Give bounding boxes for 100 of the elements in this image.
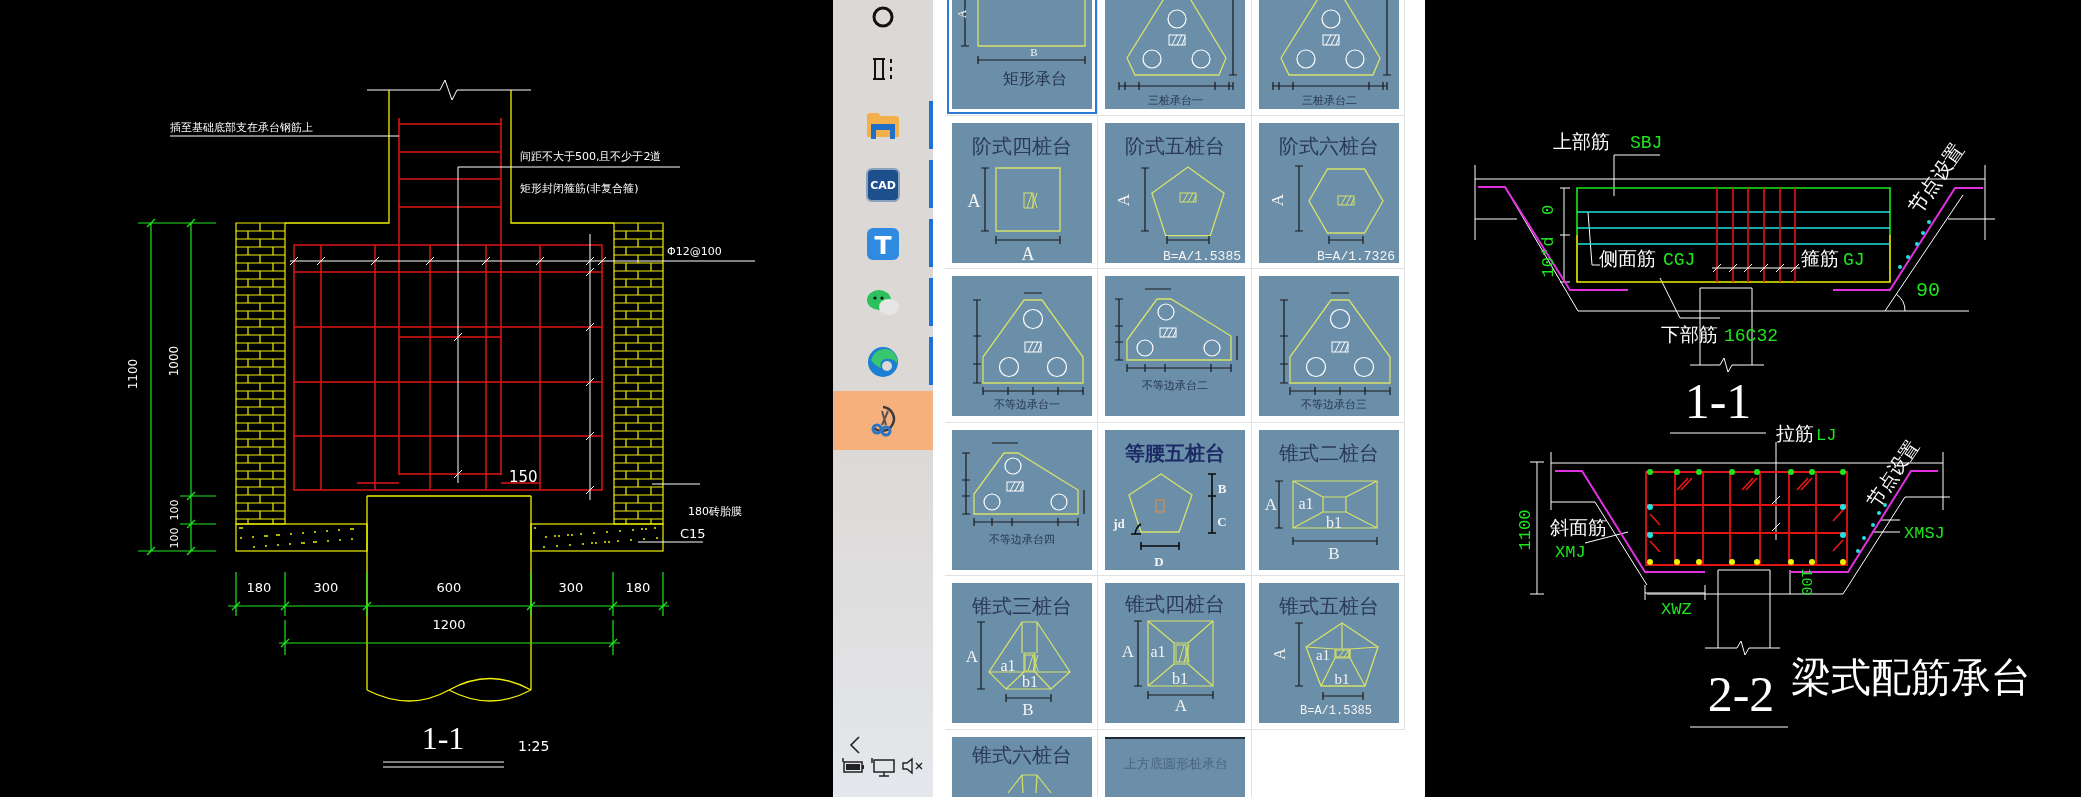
cad-note: 150 — [509, 468, 538, 486]
dimension-label: a1 — [1000, 657, 1016, 674]
section-title: 2-2 — [1707, 666, 1775, 722]
pile-cap-option[interactable]: A B 矩形承台 — [947, 0, 1097, 114]
dimension-label: B=A/1.7326 — [1316, 248, 1395, 263]
rebar-code: CGJ — [1663, 250, 1696, 270]
dimension-label: A — [1122, 642, 1135, 661]
dimension-label: B — [1030, 46, 1038, 58]
dimension-text: 600 — [436, 580, 462, 595]
dimension-label: B=A/1.5385 — [1299, 704, 1372, 718]
rebar-label: 下部筋 — [1661, 323, 1718, 345]
dimension-label: A — [1264, 494, 1277, 514]
rebar-code: 16C32 — [1724, 326, 1778, 346]
dimension-label: b1 — [1325, 513, 1342, 531]
dimension-text: 300 — [313, 580, 339, 595]
dimension-label: b1 — [1172, 670, 1189, 687]
cad-note: Φ12@100 — [667, 245, 722, 258]
rebar-label: 斜面筋 — [1550, 516, 1607, 538]
dimension-text: 180 — [625, 580, 651, 595]
angle-mark — [1130, 522, 1143, 535]
dimension-text: 300 — [558, 580, 584, 595]
scale-text: 1:25 — [518, 738, 550, 754]
cad-note: 插至基础底部支在承台钢筋上 — [170, 121, 313, 134]
dimension-label: B — [1328, 543, 1340, 563]
dimension-label: A — [1267, 193, 1287, 206]
rebar-code: XMJ — [1555, 543, 1586, 562]
drawing-caption: 梁式配筋承台 — [1791, 654, 2031, 700]
dimension-text: 0 — [1539, 204, 1558, 216]
dimension-text: 100 — [168, 499, 181, 521]
option-title: 阶式四桩台 — [972, 134, 1072, 157]
node-dots — [1856, 503, 1887, 553]
dimension-label: b1 — [1334, 671, 1350, 687]
rebar-code: GJ — [1843, 250, 1865, 270]
dimension-label: A — [1114, 193, 1134, 206]
option-title: 不等边承台一 — [994, 398, 1060, 410]
dimension-label: A — [955, 9, 969, 19]
dimension-label: A — [1270, 648, 1288, 660]
taskbar-button[interactable]: T — [833, 214, 933, 273]
circle-icon — [871, 5, 895, 29]
rebar-label: 上部筋 — [1553, 130, 1610, 152]
dimension-text: 1200 — [432, 617, 466, 632]
cad-note: 间距不大于500,且不少于2道 — [520, 150, 662, 163]
pile-cap-drawing — [1128, 472, 1194, 533]
dimension-label: A — [967, 190, 981, 211]
pile-cap-drawing — [1147, 620, 1214, 687]
dimension-label: B — [1218, 480, 1227, 496]
chat-icon — [866, 287, 900, 318]
section-title: 1-1 — [1684, 373, 1752, 429]
option-title: 阶式六桩台 — [1278, 134, 1379, 157]
taskbar-button[interactable]: CAD — [833, 155, 933, 214]
app-logo-text: T — [874, 230, 892, 260]
dimension-text: XWZ — [1661, 600, 1692, 619]
option-title: 阶式五桩台 — [1125, 134, 1226, 157]
cad-note: C15 — [680, 526, 706, 541]
node-dots — [1898, 220, 1931, 269]
option-title: 等腰五桩台 — [1125, 441, 1226, 464]
dimension-text: 1100 — [1516, 509, 1535, 551]
section-title: 1-1 — [421, 720, 465, 756]
monitor-icon[interactable] — [871, 757, 895, 777]
dimension-label: A — [1021, 243, 1035, 263]
rebar-code: XMSJ — [1904, 524, 1945, 543]
rebar-code: LJ — [1816, 426, 1837, 445]
mute-icon[interactable] — [901, 757, 925, 775]
folder-icon — [866, 111, 900, 140]
dimension-label: a1 — [1298, 494, 1314, 512]
task-view-icon — [871, 56, 895, 82]
rebar-code: SBJ — [1630, 133, 1663, 153]
dimension-label: a1 — [1150, 643, 1166, 660]
dimension-text: 1000 — [167, 345, 181, 377]
option-title: 不等边承台二 — [1142, 379, 1209, 391]
chevron-left-icon[interactable] — [849, 735, 861, 755]
rebar-label: 箍筋 — [1801, 247, 1839, 269]
rebar-label: 拉筋 — [1776, 422, 1814, 444]
option-title: 不等边承台四 — [989, 532, 1055, 545]
dimension-label: C — [1217, 513, 1227, 529]
cad-note: 180砖胎膜 — [688, 505, 742, 518]
rebar-label: 侧面筋 — [1599, 247, 1656, 269]
dimension-label: A — [1175, 696, 1188, 715]
option-title: 锥式二桩台 — [1278, 441, 1379, 464]
option-title: 锥式六桩台 — [972, 743, 1072, 766]
cad-note: 矩形封闭箍筋(非复合箍) — [520, 182, 639, 195]
dimension-text: 100 — [168, 527, 181, 549]
dimension-text: 1100 — [126, 358, 140, 390]
dimension-label: B — [1022, 700, 1034, 719]
dimension-label: b1 — [1022, 673, 1038, 690]
node-note: 节点设置 — [1903, 138, 1969, 218]
dimension-label: jd — [1113, 515, 1126, 531]
option-title: 锥式五桩台 — [1278, 595, 1379, 617]
dimension-text: 100 — [1797, 568, 1814, 596]
option-title: 锥式四桩台 — [1125, 593, 1226, 615]
option-title: 矩形承台 — [1003, 70, 1067, 87]
dimension-label: B=A/1.5385 — [1163, 248, 1242, 263]
dimension-text: 180 — [246, 580, 272, 595]
pile-cap-drawing — [1007, 773, 1052, 794]
leader-line — [637, 541, 704, 543]
dimension-label: D — [1154, 553, 1164, 569]
battery-icon[interactable] — [841, 757, 865, 773]
option-title: 锥式三桩台 — [972, 595, 1072, 617]
dimension-label: a1 — [1315, 647, 1330, 663]
dimension-label: A — [965, 647, 979, 666]
